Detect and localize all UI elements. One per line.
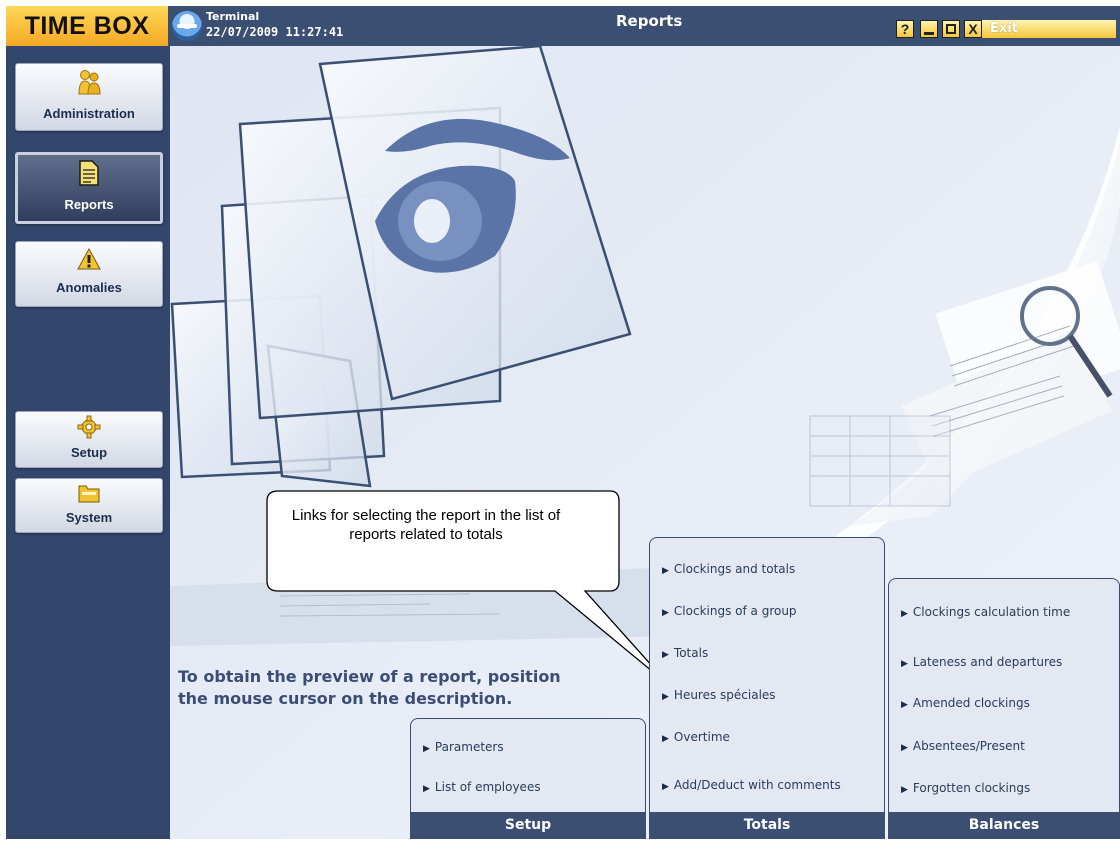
arrow-icon: ▶ xyxy=(662,566,669,576)
link-add-deduct-with-comments[interactable]: ▶ Add/Deduct with comments xyxy=(662,778,841,792)
link-list-of-employees[interactable]: ▶ List of employees xyxy=(423,780,541,794)
minimize-button[interactable] xyxy=(920,20,938,38)
gear-icon xyxy=(77,415,101,439)
link-label: Add/Deduct with comments xyxy=(673,778,841,792)
link-label: Parameters xyxy=(434,740,504,754)
arrow-icon: ▶ xyxy=(901,609,908,619)
arrow-icon: ▶ xyxy=(662,782,669,792)
link-clockings-calculation-time[interactable]: ▶ Clockings calculation time xyxy=(901,605,1070,619)
link-lateness-and-departures[interactable]: ▶ Lateness and departures xyxy=(901,655,1062,669)
link-label: Clockings calculation time xyxy=(912,605,1071,619)
arrow-icon: ▶ xyxy=(901,743,908,753)
close-button[interactable]: X xyxy=(964,20,982,38)
totals-panel: ▶ Clockings and totals ▶ Clockings of a gr… xyxy=(649,537,885,839)
setup-panel-title: Setup xyxy=(410,812,646,838)
link-amended-clockings[interactable]: ▶ Amended clockings xyxy=(901,696,1030,710)
link-label: Clockings and totals xyxy=(673,562,796,576)
link-label: Absentees/Present xyxy=(912,739,1025,753)
nav-reports-button[interactable]: Reports xyxy=(15,152,163,224)
brand-logo: TIME BOX xyxy=(6,6,168,46)
link-label: Overtime xyxy=(673,730,730,744)
nav-reports-label: Reports xyxy=(64,197,114,212)
warning-icon xyxy=(77,247,101,270)
users-icon xyxy=(78,70,101,95)
link-label: Totals xyxy=(673,646,709,660)
link-label: Clockings of a group xyxy=(673,604,797,618)
maximize-icon xyxy=(946,24,956,34)
folder-icon xyxy=(78,485,100,503)
link-parameters[interactable]: ▶ Parameters xyxy=(423,740,504,754)
terminal-datetime: 22/07/2009 11:27:41 xyxy=(206,25,344,39)
sidebar: Administration Reports Anomalies Setup S… xyxy=(6,46,170,839)
link-forgotten-clockings[interactable]: ▶ Forgotten clockings xyxy=(901,781,1030,795)
link-heures-speciales[interactable]: ▶ Heures spéciales xyxy=(662,688,776,702)
arrow-icon: ▶ xyxy=(423,784,430,794)
arrow-icon: ▶ xyxy=(901,700,908,710)
arrow-icon: ▶ xyxy=(662,608,669,618)
link-clockings-and-totals[interactable]: ▶ Clockings and totals xyxy=(662,562,795,576)
link-label: Heures spéciales xyxy=(673,688,776,702)
arrow-icon: ▶ xyxy=(901,785,908,795)
nav-anomalies-label: Anomalies xyxy=(56,280,122,295)
minimize-icon xyxy=(924,32,934,35)
nav-administration-label: Administration xyxy=(43,106,135,121)
terminal-icon xyxy=(172,11,202,41)
nav-administration-button[interactable]: Administration xyxy=(15,63,163,131)
terminal-label: Terminal xyxy=(206,10,260,23)
arrow-icon: ▶ xyxy=(423,744,430,754)
maximize-button[interactable] xyxy=(942,20,960,38)
link-totals[interactable]: ▶ Totals xyxy=(662,646,708,660)
nav-anomalies-button[interactable]: Anomalies xyxy=(15,241,163,307)
window-title: Reports xyxy=(616,12,683,30)
nav-system-button[interactable]: System xyxy=(15,478,163,533)
link-label: Amended clockings xyxy=(912,696,1030,710)
instructions-line-2: the mouse cursor on the description. xyxy=(178,689,513,708)
link-absentees-present[interactable]: ▶ Absentees/Present xyxy=(901,739,1025,753)
arrow-icon: ▶ xyxy=(662,734,669,744)
link-label: Forgotten clockings xyxy=(912,781,1031,795)
document-icon xyxy=(79,160,99,186)
instructions-line-1: To obtain the preview of a report, posit… xyxy=(178,667,561,686)
link-overtime[interactable]: ▶ Overtime xyxy=(662,730,730,744)
setup-panel: ▶ Parameters ▶ List of employees Setup xyxy=(410,718,646,839)
help-button[interactable]: ? xyxy=(896,20,914,38)
balances-panel-title: Balances xyxy=(888,812,1120,838)
link-label: Lateness and departures xyxy=(912,655,1063,669)
app-window: TIME BOX Terminal 22/07/2009 11:27:41 Re… xyxy=(6,6,1120,839)
instructions-text: To obtain the preview of a report, posit… xyxy=(178,666,561,710)
link-clockings-of-a-group[interactable]: ▶ Clockings of a group xyxy=(662,604,797,618)
callout-text: Links for selecting the report in the li… xyxy=(291,507,561,543)
balances-panel: ▶ Clockings calculation time ▶ Lateness an… xyxy=(888,578,1120,839)
nav-setup-button[interactable]: Setup xyxy=(15,411,163,468)
totals-panel-title: Totals xyxy=(649,812,885,838)
arrow-icon: ▶ xyxy=(662,692,669,702)
title-bar: TIME BOX Terminal 22/07/2009 11:27:41 Re… xyxy=(6,6,1120,46)
nav-setup-label: Setup xyxy=(70,445,108,460)
arrow-icon: ▶ xyxy=(901,659,908,669)
exit-button[interactable]: Exit xyxy=(982,20,1116,38)
nav-system-label: System xyxy=(65,510,113,525)
arrow-icon: ▶ xyxy=(662,650,669,660)
link-label: List of employees xyxy=(434,780,541,794)
